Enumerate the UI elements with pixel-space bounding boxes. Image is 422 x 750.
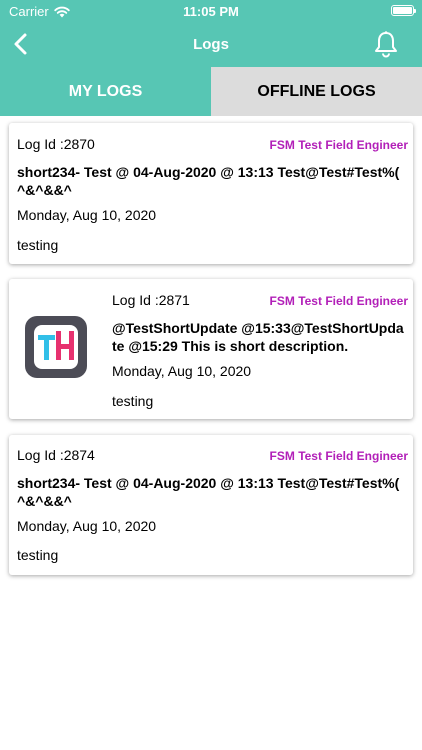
th-app-logo-icon <box>25 316 87 378</box>
log-date: Monday, Aug 10, 2020 <box>17 207 157 223</box>
log-tabs: MY LOGS OFFLINE LOGS <box>0 67 422 116</box>
bell-icon[interactable] <box>372 30 400 58</box>
log-date: Monday, Aug 10, 2020 <box>112 363 252 379</box>
log-date: Monday, Aug 10, 2020 <box>17 518 157 534</box>
engineer-name: FSM Test Field Engineer <box>269 294 408 308</box>
log-card[interactable]: Log Id :2870 FSM Test Field Engineer sho… <box>9 123 413 264</box>
engineer-name: FSM Test Field Engineer <box>269 449 408 463</box>
log-description: @TestShortUpdate @15:33@TestShortUpdate … <box>112 320 404 354</box>
tab-offline-logs[interactable]: OFFLINE LOGS <box>211 67 422 116</box>
app-header: Carrier 11:05 PM Logs <box>0 0 422 67</box>
page-title: Logs <box>193 36 229 53</box>
log-note: testing <box>112 393 154 409</box>
log-card[interactable]: Log Id :2871 FSM Test Field Engineer @Te… <box>9 279 413 419</box>
log-id: Log Id :2874 <box>17 447 95 463</box>
battery-icon <box>391 5 416 16</box>
tab-my-logs[interactable]: MY LOGS <box>0 67 211 116</box>
log-description: short234- Test @ 04-Aug-2020 @ 13:13 Tes… <box>17 164 400 198</box>
log-id: Log Id :2871 <box>112 292 190 308</box>
log-card[interactable]: Log Id :2874 FSM Test Field Engineer sho… <box>9 435 413 575</box>
engineer-name: FSM Test Field Engineer <box>269 138 408 152</box>
status-bar: Carrier 11:05 PM <box>0 0 422 22</box>
log-id: Log Id :2870 <box>17 136 95 152</box>
status-time: 11:05 PM <box>183 4 239 19</box>
log-note: testing <box>17 547 59 563</box>
log-note: testing <box>17 237 59 253</box>
log-description: short234- Test @ 04-Aug-2020 @ 13:13 Tes… <box>17 475 400 509</box>
